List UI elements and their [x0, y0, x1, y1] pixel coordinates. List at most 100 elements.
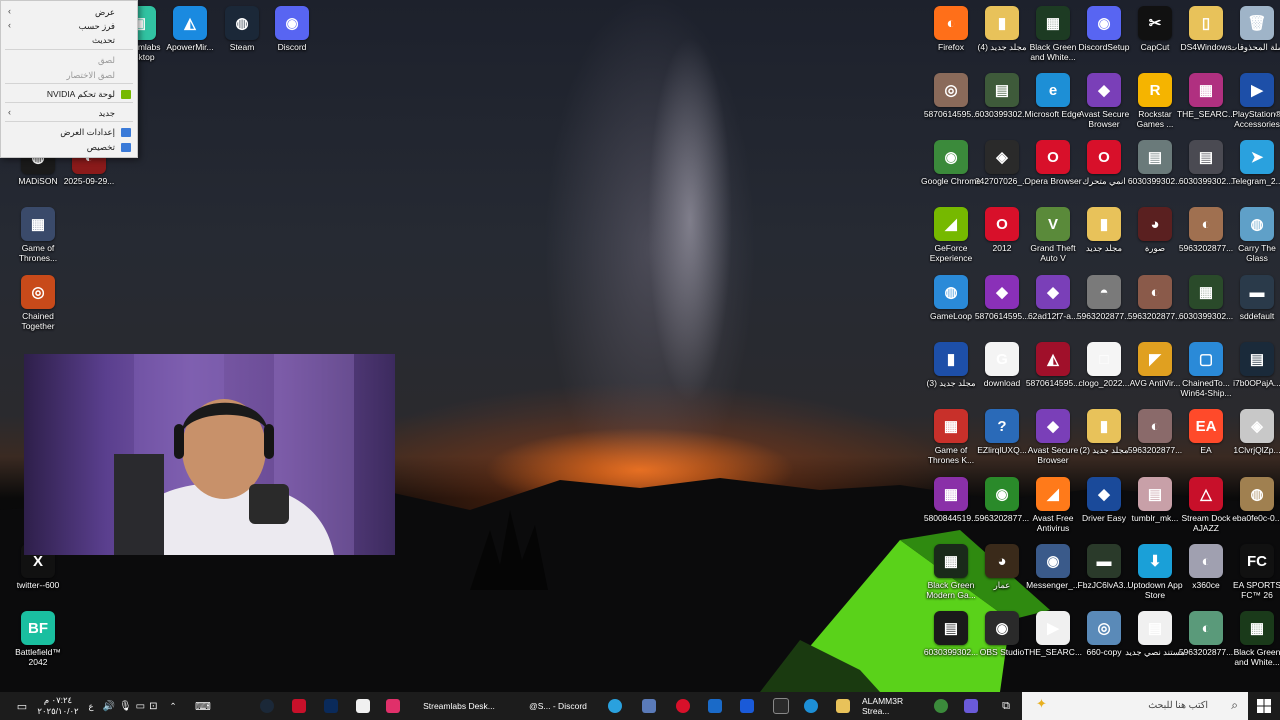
icon-got-kingsroad[interactable]: ▦ Game of Thrones K...	[921, 409, 981, 465]
menu-separator	[5, 102, 133, 103]
clock[interactable]: ٠٧:٢٤ م ٢٠٢٥/١٠/٠٢	[36, 692, 80, 720]
icon-streamdock[interactable]: △ Stream Dock AJAZZ	[1176, 477, 1236, 533]
icon-clogo[interactable]: □ clogo_2022...	[1074, 342, 1134, 388]
icon-file-6030-4[interactable]: ▦ 6030399302...	[1176, 275, 1236, 321]
icon-obs[interactable]: ◉ OBS Studio	[972, 611, 1032, 657]
icon-edge[interactable]: e Microsoft Edge	[1023, 73, 1083, 119]
taskbar-telegram[interactable]	[606, 692, 624, 720]
language-indicator[interactable]: ع	[84, 692, 98, 720]
tray-chevron[interactable]: ⌃	[166, 692, 180, 720]
icon-tumblr[interactable]: ▤ tumblr_mk...	[1125, 477, 1185, 523]
icon-file-5800[interactable]: ▦ 5800844519...	[921, 477, 981, 523]
icon-file-6030-3[interactable]: ▤ 6030399302...	[1125, 140, 1185, 186]
context-menu-item[interactable]: تحديث	[92, 35, 115, 46]
context-menu-item[interactable]: جديد	[98, 108, 115, 119]
icon-file-6030-5[interactable]: ▤ 6030399302...	[921, 611, 981, 657]
icon-file-62ad[interactable]: ◆ 62ad12f7-a...	[1023, 275, 1083, 321]
icon-avg[interactable]: ◤ AVG AntiVir...	[1125, 342, 1185, 388]
taskbar-streamlabs-window[interactable]: Streamlabs Desk...	[412, 692, 506, 720]
icon-geforce[interactable]: ◢ GeForce Experience	[921, 207, 981, 263]
icon-text-doc[interactable]: ▤ مستند نصي جديد	[1125, 611, 1185, 657]
taskbar-app-1[interactable]	[962, 692, 980, 720]
icon-uptodown[interactable]: ⬇ Uptodown App Store	[1125, 544, 1185, 600]
taskbar-stream-window[interactable]: ALAMM3R Strea...	[862, 692, 932, 720]
taskbar-discord-window[interactable]: @S... - Discord	[520, 692, 596, 720]
taskbar-streamdock[interactable]	[290, 692, 308, 720]
icon-gameloop[interactable]: ◍ GameLoop	[921, 275, 981, 321]
context-menu-item[interactable]: إعدادات العرض	[60, 127, 115, 138]
keyboard-button[interactable]: ⌨	[192, 692, 214, 720]
icon-messenger[interactable]: ◉ Messenger_...	[1023, 544, 1083, 590]
icon-chainedto[interactable]: ▢ ChainedTo... Win64-Ship...	[1176, 342, 1236, 398]
icon-the-search-2[interactable]: ▶ THE_SEARC...	[1023, 611, 1083, 657]
icon-new-folder[interactable]: ▮ مجلد جديد	[1074, 207, 1134, 253]
icon-battlefield[interactable]: BF Battlefield™ 2042	[8, 611, 68, 667]
icon-x360ce[interactable]: ◐ x360ce	[1176, 544, 1236, 590]
taskbar-search-box[interactable]: اكتب هنا للبحث ⌕ ✦	[1022, 692, 1248, 720]
icon-file-5870-2[interactable]: ◆ 5870614595...	[972, 275, 1032, 321]
icon-660-copy[interactable]: ◎ 660-copy	[1074, 611, 1134, 657]
taskbar-tiktok[interactable]	[384, 692, 402, 720]
icon-firefox[interactable]: ◐ Firefox	[921, 6, 981, 52]
icon-file-6030-2[interactable]: ▤ 6030399302...	[1176, 140, 1236, 186]
icon-new-folder-3[interactable]: ▮ مجلد جديد (3)	[921, 342, 981, 388]
icon-google-download[interactable]: Gdownload	[972, 342, 1032, 388]
context-menu-item[interactable]: تخصيص	[87, 142, 115, 153]
icon-opera-gx[interactable]: O انمي متحرك	[1074, 140, 1134, 186]
icon-new-folder-2[interactable]: ▮ مجلد جديد (2)	[1074, 409, 1134, 455]
icon-fbzjc[interactable]: ▬ FbzJC6lvA3...	[1074, 544, 1134, 590]
icon-2012[interactable]: O 2012	[972, 207, 1032, 253]
taskbar-explorer[interactable]	[834, 692, 852, 720]
icon-black-green-modern[interactable]: ▦ Black Green Modern Ga...	[921, 544, 981, 600]
taskbar-chrome[interactable]	[932, 692, 950, 720]
icon-file-5870-1[interactable]: ◎ 5870614595...	[921, 73, 981, 119]
context-menu-item[interactable]: فرز حسب	[79, 21, 115, 32]
taskbar-steam[interactable]	[258, 692, 276, 720]
system-tray[interactable]: 🔊🎙▭⊡	[100, 692, 164, 720]
icon-file-5963-2[interactable]: ◐ 5963202877...	[1125, 275, 1185, 321]
icon-gta5[interactable]: V Grand Theft Auto V	[1023, 207, 1083, 263]
icon-new-folder-4[interactable]: ▮ مجلد جديد (4)	[972, 6, 1032, 52]
start-button[interactable]	[1250, 692, 1278, 720]
notifications-button[interactable]: ▭	[12, 692, 32, 720]
icon-avast-browser-2[interactable]: ◆ Avast Secure Browser	[1023, 409, 1083, 465]
icon-driver-easy[interactable]: ◆ Driver Easy	[1074, 477, 1134, 523]
taskbar-store[interactable]	[772, 692, 790, 720]
icon-ezliirq[interactable]: ? EZlirqlUXQ...	[972, 409, 1032, 455]
icon-ds4windows[interactable]: ▯ DS4Windows	[1176, 6, 1236, 52]
icon-file-6030-1[interactable]: ▤ 6030399302...	[972, 73, 1032, 119]
taskbar-edge[interactable]	[802, 692, 820, 720]
icon-discord[interactable]: ◉ Discord	[262, 6, 322, 52]
icon-capcut[interactable]: ✂ CapCut	[1125, 6, 1185, 52]
icon-image[interactable]: ◕ صورة	[1125, 207, 1185, 253]
icon-avast-browser-1[interactable]: ◆ Avast Secure Browser	[1074, 73, 1134, 129]
icon-chrome[interactable]: ◉ Google Chrome	[921, 140, 981, 186]
icon-chained-together[interactable]: ◎ Chained Together	[8, 275, 68, 331]
search-highlight-icon[interactable]: ✦	[1036, 697, 1047, 712]
taskbar-photoshop[interactable]	[322, 692, 340, 720]
icon-ea[interactable]: EA EA	[1176, 409, 1236, 455]
icon-rockstar[interactable]: R Rockstar Games ...	[1125, 73, 1185, 129]
taskbar-app-2[interactable]	[640, 692, 658, 720]
icon-file-5870-3[interactable]: ◭ 5870614595...	[1023, 342, 1083, 388]
icon-file-5963-6[interactable]: ◐ 5963202877...	[1176, 611, 1236, 657]
icon-file-5963-3[interactable]: ◓ 5963202877...	[1074, 275, 1134, 321]
context-menu-item[interactable]: عرض	[95, 7, 115, 18]
taskbar-capcut[interactable]	[354, 692, 372, 720]
icon-the-search-1[interactable]: ▦ THE_SEARC...	[1176, 73, 1236, 119]
icon-discordsetup[interactable]: ◉ DiscordSetup	[1074, 6, 1134, 52]
icon-apowermirror[interactable]: ◭ ApowerMir...	[160, 6, 220, 52]
icon-got[interactable]: ▦ Game of Thrones...	[8, 207, 68, 263]
icon-avast-free[interactable]: ◢ Avast Free Antivirus	[1023, 477, 1083, 533]
icon-opera-browser[interactable]: O Opera Browser	[1023, 140, 1083, 186]
taskbar-mail[interactable]	[738, 692, 756, 720]
taskbar-opera[interactable]	[674, 692, 692, 720]
task-view-button[interactable]: ⧉	[996, 692, 1016, 720]
icon-file-5963-4[interactable]: ◐ 5963202877...	[1125, 409, 1185, 455]
context-menu-item[interactable]: لوحة تحكم NVIDIA	[47, 89, 115, 100]
icon-file-5963-1[interactable]: ◐ 5963202877...	[1176, 207, 1236, 253]
icon-file-5963-5[interactable]: ◉ 5963202877...	[972, 477, 1032, 523]
icon-ammar[interactable]: ◕ عمار	[972, 544, 1032, 590]
taskbar-outlook[interactable]	[706, 692, 724, 720]
icon-black-green-1[interactable]: ▦ Black Green and White...	[1023, 6, 1083, 62]
